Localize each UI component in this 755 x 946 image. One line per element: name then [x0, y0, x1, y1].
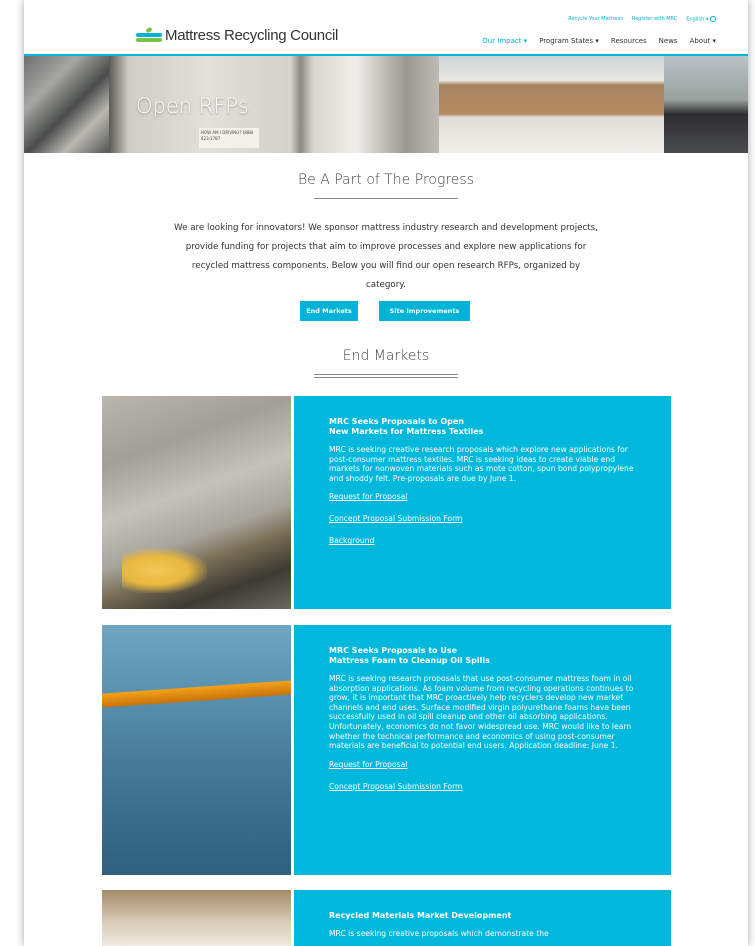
- end-markets-button[interactable]: End Markets: [300, 301, 358, 321]
- logo-icon: [136, 26, 162, 44]
- search-icon[interactable]: [710, 16, 716, 22]
- page: Mattress Recycling Council Recycle Your …: [24, 0, 748, 946]
- utility-nav: Recycle Your Mattress Register with MRC …: [568, 16, 716, 23]
- nav-item-program-states[interactable]: Program States ▾: [539, 37, 599, 45]
- textile-yellow-fabric: [122, 548, 207, 593]
- card-title-line: MRC Seeks Proposals to Use: [329, 646, 458, 655]
- oil-boom: [102, 680, 291, 708]
- language-select[interactable]: English ▾: [686, 16, 716, 23]
- nav-item-resources[interactable]: Resources: [611, 37, 647, 45]
- intro-heading: Be A Part of The Progress: [297, 172, 475, 188]
- concept-proposal-form-link[interactable]: Concept Proposal Submission Form: [329, 782, 639, 791]
- end-markets-rule-bottom: [314, 377, 458, 378]
- request-for-proposal-link[interactable]: Request for Proposal: [329, 760, 639, 769]
- request-for-proposal-link[interactable]: Request for Proposal: [329, 492, 639, 501]
- card-image-textiles: [102, 396, 291, 609]
- site-header: Mattress Recycling Council Recycle Your …: [24, 0, 748, 54]
- hero-image-mattresses: [439, 56, 664, 153]
- card-title-line: New Markets for Mattress Textiles: [329, 427, 484, 436]
- nav-item-our-impact[interactable]: Our Impact ▾: [482, 37, 527, 45]
- truck-sign-text: HOW AM I DRIVING? (888) 423-1787: [201, 130, 254, 141]
- card-title-line: MRC Seeks Proposals to Open: [329, 417, 464, 426]
- hero-image-scrap: [24, 56, 109, 153]
- card-body-oil-spill: MRC is seeking research proposals that u…: [329, 674, 634, 751]
- site-logo[interactable]: Mattress Recycling Council: [136, 26, 338, 44]
- end-markets-heading: End Markets: [342, 348, 430, 364]
- card-body-textiles: MRC is seeking creative research proposa…: [329, 445, 634, 483]
- card-panel-textiles: MRC Seeks Proposals to Open New Markets …: [294, 396, 671, 609]
- hero-image-trash: [664, 56, 748, 153]
- language-label: English ▾: [686, 16, 709, 23]
- page-title: Open RFPs: [136, 94, 249, 118]
- nav-item-news[interactable]: News: [659, 37, 678, 45]
- background-link[interactable]: Background: [329, 536, 639, 545]
- card-title-oil-spill: MRC Seeks Proposals to Use Mattress Foam…: [329, 646, 639, 666]
- main-nav: Our Impact ▾ Program States ▾ Resources …: [482, 37, 716, 45]
- card-title-line: Mattress Foam to Cleanup Oil Spills: [329, 656, 490, 665]
- nav-item-about[interactable]: About ▾: [690, 37, 716, 45]
- utility-link-recycle[interactable]: Recycle Your Mattress: [568, 16, 623, 23]
- intro-paragraph: We are looking for innovators! We sponso…: [174, 223, 598, 290]
- concept-proposal-form-link[interactable]: Concept Proposal Submission Form: [329, 514, 639, 523]
- utility-link-register[interactable]: Register with MRC: [632, 16, 677, 23]
- card-title-textiles: MRC Seeks Proposals to Open New Markets …: [329, 417, 639, 437]
- truck-sign: HOW AM I DRIVING? (888) 423-1787: [199, 128, 259, 148]
- card-image-recycled-materials: [102, 890, 291, 946]
- hero-banner: HOW AM I DRIVING? (888) 423-1787 Open RF…: [24, 54, 748, 153]
- card-image-oil-spill: [102, 625, 291, 875]
- card-body-recycled-materials: MRC is seeking creative proposals which …: [329, 929, 549, 938]
- logo-text: Mattress Recycling Council: [165, 26, 339, 44]
- card-title-recycled-materials: Recycled Materials Market Development: [329, 911, 512, 920]
- site-improvements-button[interactable]: Site Improvements: [379, 301, 470, 321]
- end-markets-rule-top: [314, 374, 458, 375]
- card-panel-oil-spill: MRC Seeks Proposals to Use Mattress Foam…: [294, 625, 671, 875]
- intro-heading-rule: [314, 198, 458, 199]
- card-panel-recycled-materials: Recycled Materials Market Development MR…: [294, 890, 671, 946]
